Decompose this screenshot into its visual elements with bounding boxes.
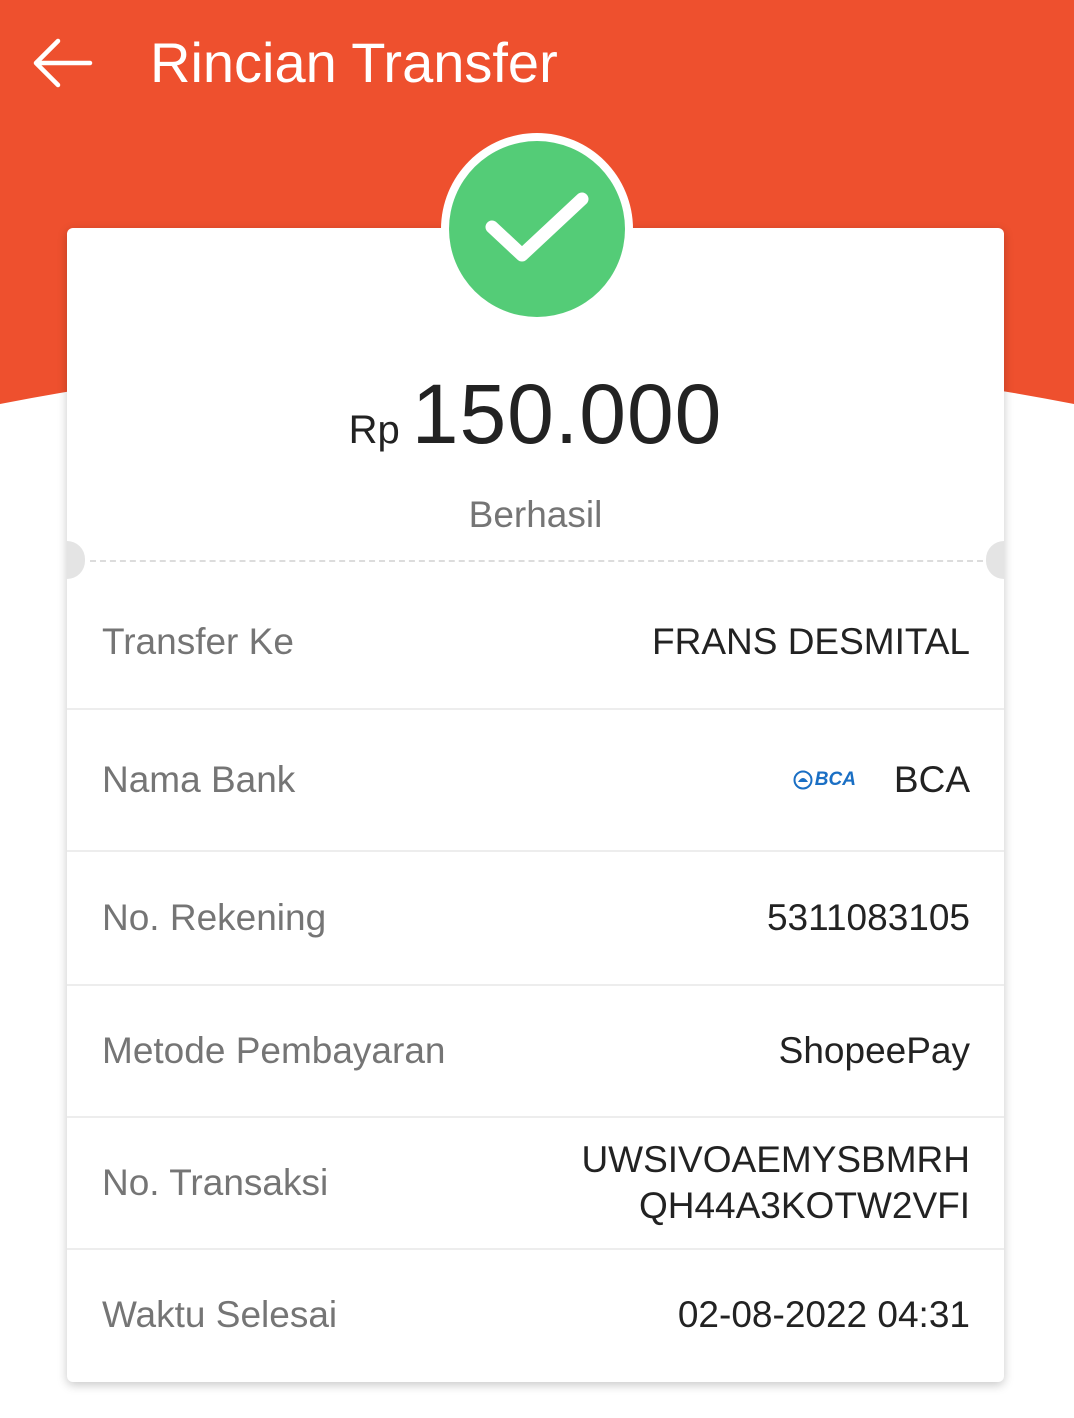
detail-value: FRANS DESMITAL xyxy=(652,621,970,662)
arrow-left-icon xyxy=(33,38,93,88)
detail-label: Metode Pembayaran xyxy=(102,1030,446,1071)
detail-row-completion-time: Waktu Selesai 02-08-2022 04:31 xyxy=(67,1250,1004,1380)
transaction-number-value: UWSIVOAEMYSBMRH QH44A3KOTW2VFI xyxy=(581,1137,970,1229)
detail-label: Transfer Ke xyxy=(102,621,294,662)
amount-display: Rp 150.000 xyxy=(67,366,1004,466)
detail-row-account-number: No. Rekening 5311083105 xyxy=(67,852,1004,986)
status-text: Berhasil xyxy=(468,494,603,535)
detail-value: ShopeePay xyxy=(778,1030,970,1071)
detail-row-bank-name: Nama Bank BCA BCA xyxy=(67,710,1004,852)
detail-value: BCA xyxy=(893,759,970,800)
detail-row-transaction-number: No. Transaksi UWSIVOAEMYSBMRH QH44A3KOTW… xyxy=(67,1118,1004,1250)
amount-currency: Rp xyxy=(348,408,400,452)
bca-logo-icon: BCA xyxy=(793,769,856,791)
success-badge xyxy=(441,133,633,325)
detail-row-transfer-to: Transfer Ke FRANS DESMITAL xyxy=(67,576,1004,710)
checkmark-icon xyxy=(485,192,589,262)
detail-row-payment-method: Metode Pembayaran ShopeePay xyxy=(67,986,1004,1118)
detail-label: Waktu Selesai xyxy=(102,1294,338,1335)
detail-value: 02-08-2022 04:31 xyxy=(677,1294,970,1335)
detail-value: 5311083105 xyxy=(766,897,970,938)
transaction-number-line: UWSIVOAEMYSBMRH xyxy=(581,1139,970,1180)
transaction-number-line: QH44A3KOTW2VFI xyxy=(638,1185,970,1226)
detail-label: No. Transaksi xyxy=(102,1162,329,1203)
bank-value: BCA BCA xyxy=(793,759,970,801)
page-title: Rincian Transfer xyxy=(150,31,558,94)
dashed-divider xyxy=(90,560,983,562)
detail-label: No. Rekening xyxy=(102,897,327,938)
detail-label: Nama Bank xyxy=(102,759,296,800)
back-button[interactable] xyxy=(22,28,102,98)
amount-value: 150.000 xyxy=(411,367,723,461)
